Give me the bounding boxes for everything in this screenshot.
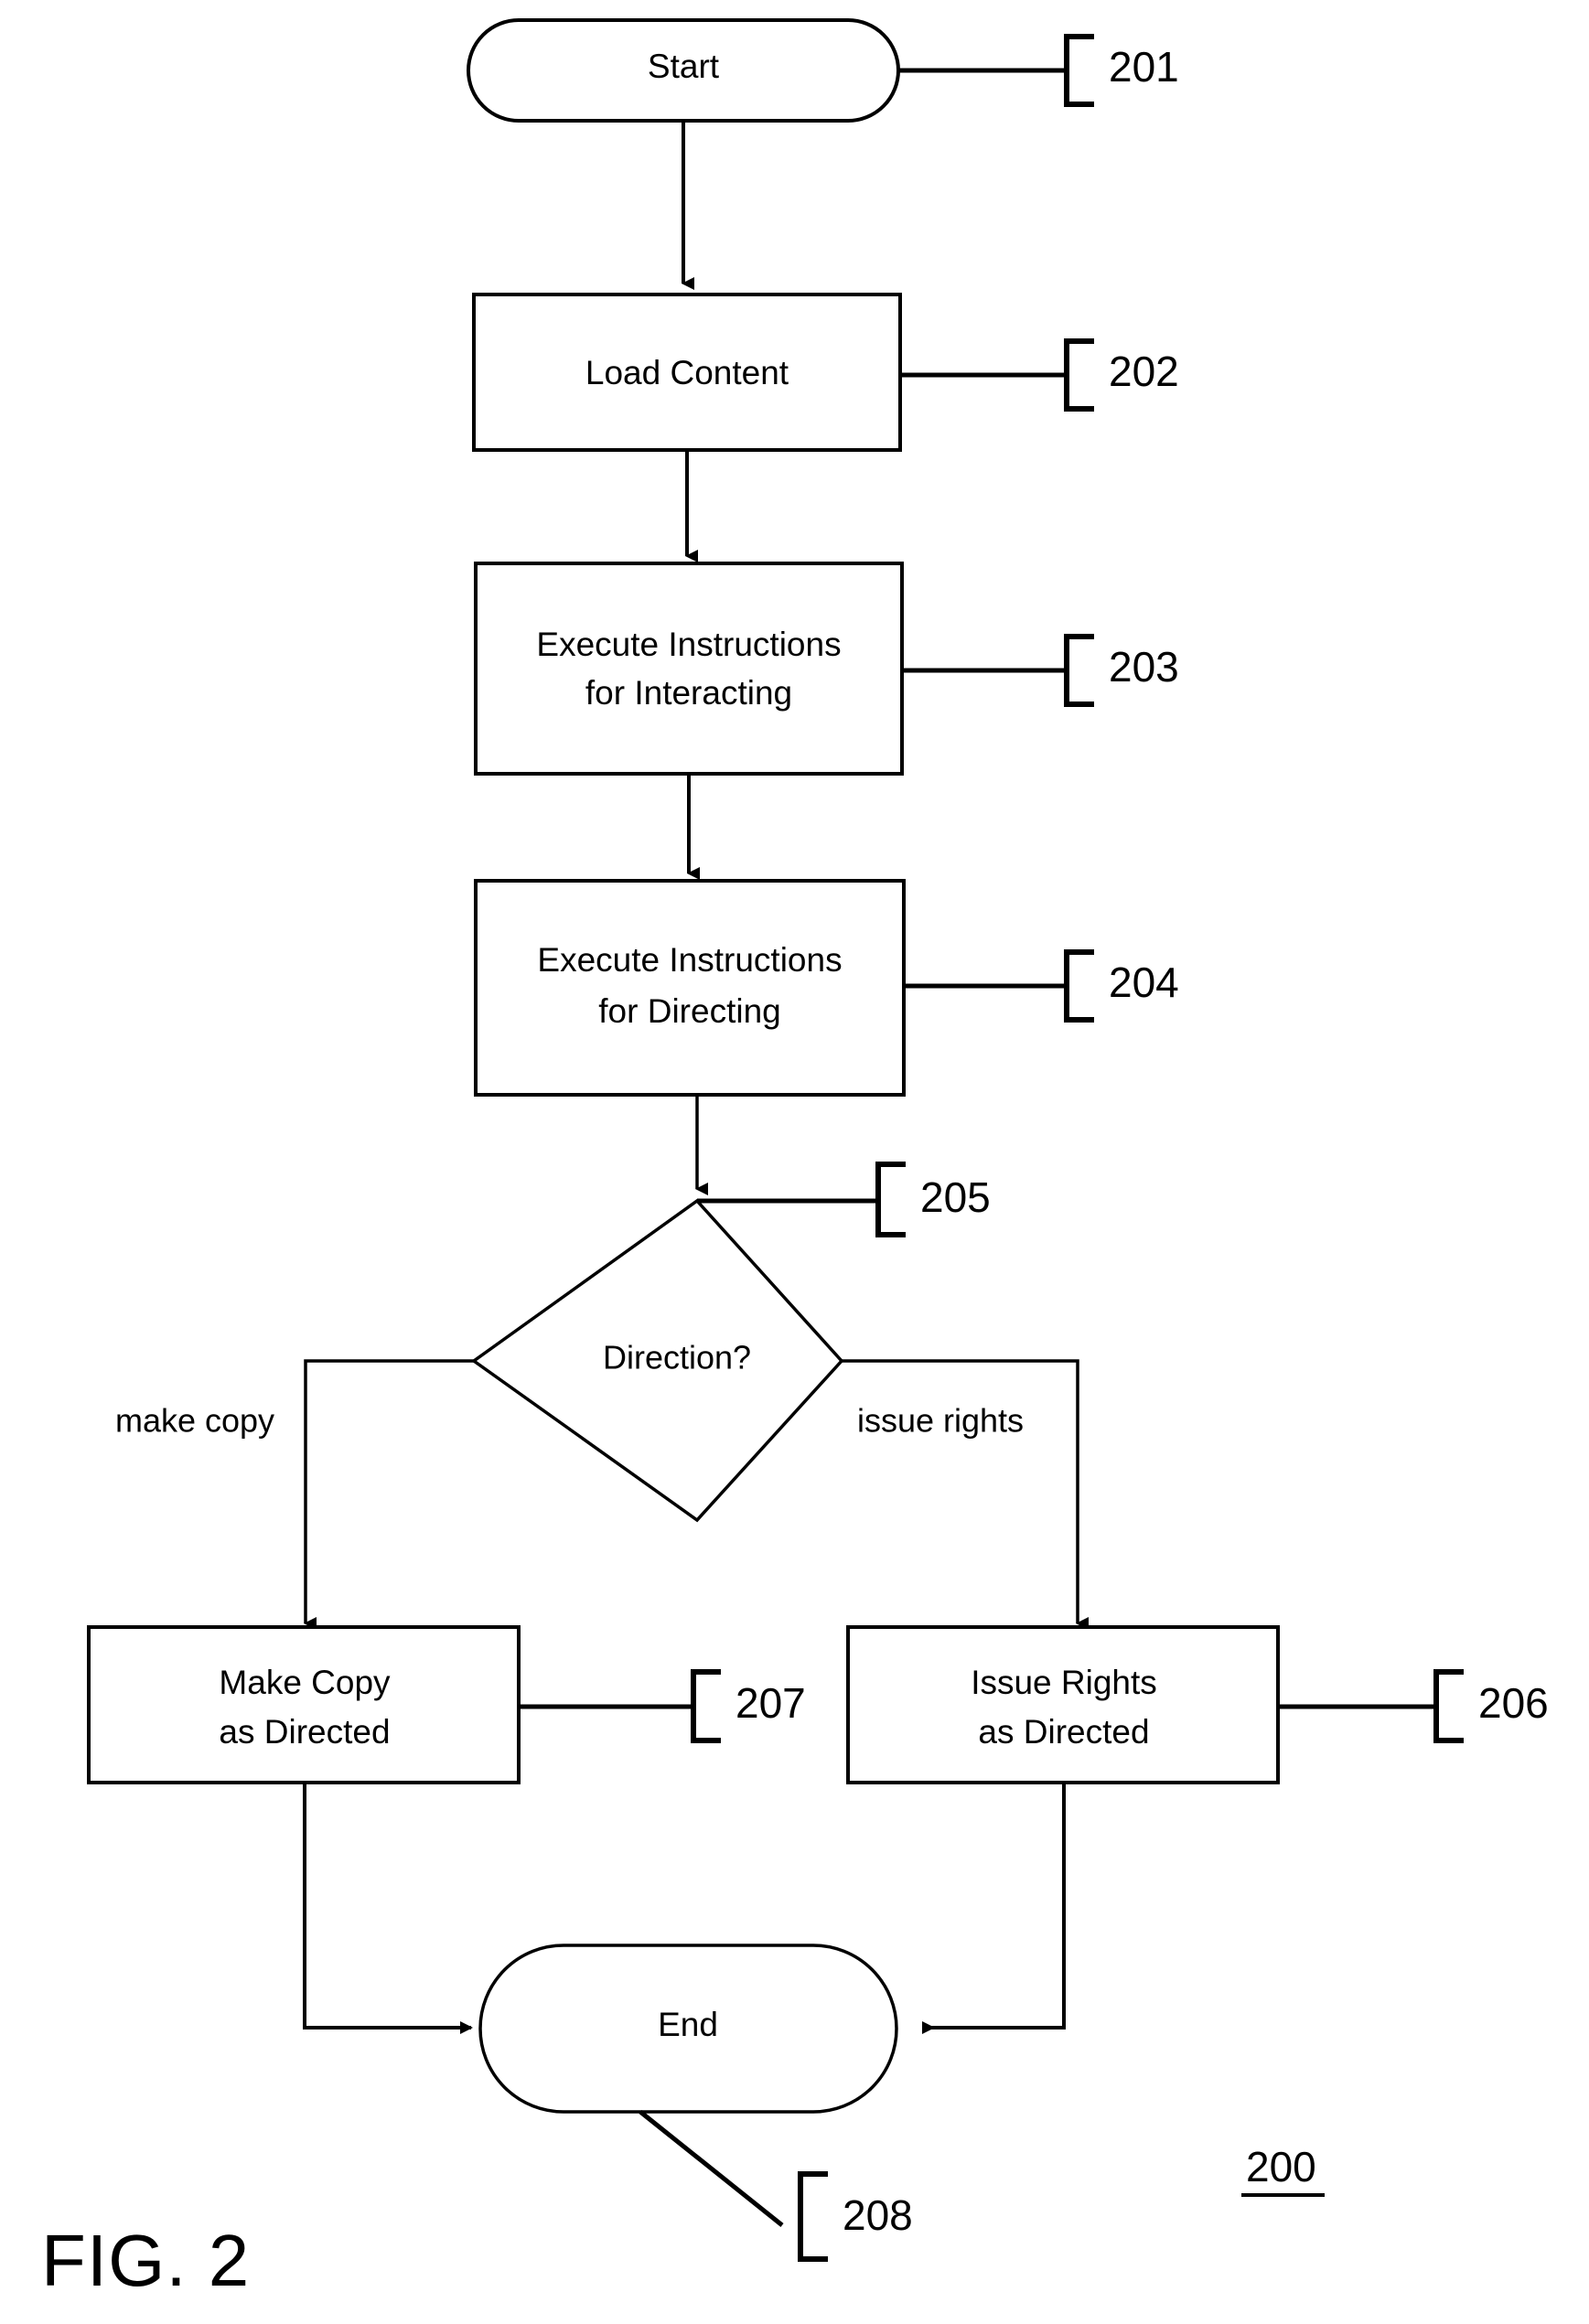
issue-rights-label-line2: as Directed bbox=[978, 1713, 1149, 1751]
execute-directing-box-shape bbox=[474, 879, 906, 1097]
bracket-205 bbox=[875, 1162, 906, 1237]
figure-caption: FIG. 2 bbox=[41, 2220, 250, 2301]
reference-callout-205: 205 bbox=[697, 1162, 991, 1237]
branch-label-make-copy: make copy bbox=[115, 1402, 274, 1440]
diagram-number-200-group: 200 bbox=[1241, 2143, 1325, 2197]
reference-number-201: 201 bbox=[1109, 43, 1179, 91]
decision-label: Direction? bbox=[603, 1339, 751, 1376]
make-copy-box-shape bbox=[87, 1625, 521, 1784]
end-label: End bbox=[658, 2006, 718, 2043]
node-end: End bbox=[478, 1944, 898, 2114]
execute-directing-label-line1: Execute Instructions bbox=[537, 941, 842, 979]
node-start: Start bbox=[467, 18, 900, 123]
node-load-content: Load Content bbox=[472, 293, 902, 452]
start-label: Start bbox=[648, 48, 720, 85]
bracket-201 bbox=[1064, 34, 1094, 107]
reference-callout-201: 201 bbox=[898, 34, 1179, 107]
bracket-208 bbox=[798, 2171, 828, 2262]
reference-callout-204: 204 bbox=[904, 949, 1179, 1023]
reference-callout-207: 207 bbox=[519, 1669, 806, 1743]
connector-decision-to-make-copy bbox=[304, 1359, 474, 1630]
reference-number-205: 205 bbox=[920, 1173, 991, 1221]
make-copy-label-line2: as Directed bbox=[219, 1713, 390, 1751]
reference-callout-206: 206 bbox=[1278, 1669, 1549, 1743]
make-copy-label-line1: Make Copy bbox=[219, 1664, 391, 1701]
reference-number-203: 203 bbox=[1109, 643, 1179, 691]
reference-number-202: 202 bbox=[1109, 348, 1179, 395]
node-execute-directing: Execute Instructions for Directing bbox=[474, 879, 906, 1097]
bracket-206 bbox=[1433, 1669, 1464, 1743]
node-decision-direction: Direction? bbox=[470, 1198, 844, 1523]
execute-directing-label-line2: for Directing bbox=[598, 992, 780, 1030]
execute-interacting-label-line2: for Interacting bbox=[585, 674, 792, 712]
reference-number-204: 204 bbox=[1109, 959, 1179, 1006]
reference-callout-202: 202 bbox=[900, 338, 1179, 412]
reference-number-208: 208 bbox=[843, 2191, 913, 2239]
bracket-204 bbox=[1064, 949, 1094, 1023]
flowchart-figure-2: Start 201 Load Content 202 Execute Instr… bbox=[41, 18, 1549, 2301]
execute-interacting-label-line1: Execute Instructions bbox=[536, 626, 841, 663]
bracket-207 bbox=[691, 1669, 721, 1743]
reference-number-206: 206 bbox=[1478, 1679, 1549, 1727]
leader-line-208 bbox=[639, 2110, 784, 2227]
issue-rights-box-shape bbox=[846, 1625, 1280, 1784]
load-content-label: Load Content bbox=[585, 354, 789, 391]
node-execute-interacting: Execute Instructions for Interacting bbox=[474, 562, 904, 776]
diagram-number-200: 200 bbox=[1246, 2143, 1316, 2190]
patent-figure-page: Start 201 Load Content 202 Execute Instr… bbox=[0, 0, 1589, 2324]
reference-callout-208: 208 bbox=[639, 2110, 913, 2262]
connector-make-copy-to-end bbox=[303, 1783, 473, 2034]
execute-interacting-box-shape bbox=[474, 562, 904, 776]
bracket-202 bbox=[1064, 338, 1094, 412]
bracket-203 bbox=[1064, 634, 1094, 707]
reference-callout-203: 203 bbox=[902, 634, 1179, 707]
issue-rights-label-line1: Issue Rights bbox=[971, 1664, 1157, 1701]
node-make-copy: Make Copy as Directed bbox=[87, 1625, 521, 1784]
reference-number-207: 207 bbox=[735, 1679, 806, 1727]
connector-issue-rights-to-end bbox=[922, 1783, 1066, 2034]
branch-label-issue-rights: issue rights bbox=[857, 1402, 1024, 1440]
node-issue-rights: Issue Rights as Directed bbox=[846, 1625, 1280, 1784]
connector-decision-to-issue-rights bbox=[842, 1359, 1089, 1630]
